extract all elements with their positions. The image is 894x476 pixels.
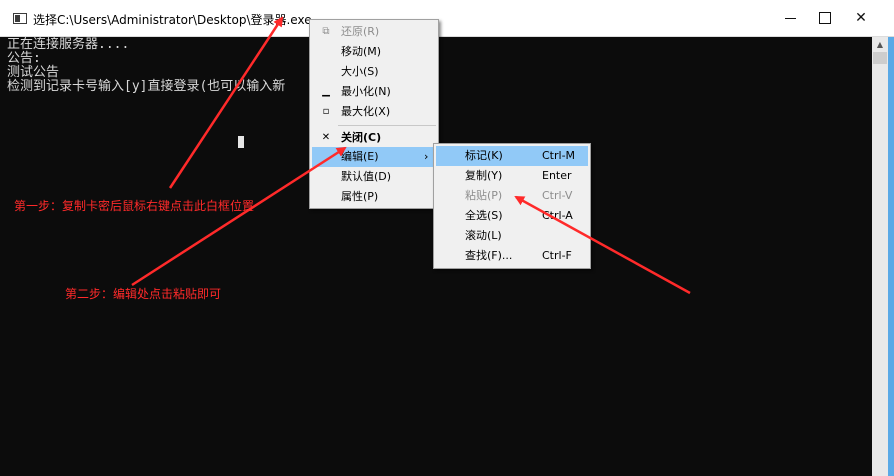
menu-item-shortcut: Enter — [542, 169, 572, 182]
scroll-thumb[interactable] — [873, 52, 887, 64]
menu-item-find[interactable]: 查找(F)... Ctrl-F — [436, 246, 588, 266]
maximize-icon: ▫ — [322, 106, 330, 117]
menu-item-restore[interactable]: ⧉ 还原(R) — [312, 22, 436, 42]
menu-separator — [338, 125, 436, 126]
menu-item-shortcut: Ctrl-V — [542, 189, 573, 202]
menu-item-shortcut: Ctrl-A — [542, 209, 573, 222]
menu-item-label: 移动(M) — [341, 45, 382, 58]
menu-item-close[interactable]: ✕ 关闭(C) — [312, 128, 436, 148]
vertical-scrollbar[interactable]: ▲ — [872, 37, 888, 476]
menu-item-label: 最小化(N) — [341, 85, 391, 98]
menu-item-label: 还原(R) — [341, 25, 380, 38]
menu-item-mark[interactable]: 标记(K) Ctrl-M — [436, 146, 588, 166]
menu-item-maximize[interactable]: ▫ 最大化(X) — [312, 102, 436, 122]
menu-item-size[interactable]: 大小(S) — [312, 62, 436, 82]
title-bar[interactable]: 选择C:\Users\Administrator\Desktop\登录器.exe… — [0, 0, 894, 37]
edit-submenu: 标记(K) Ctrl-M 复制(Y) Enter 粘贴(P) Ctrl-V 全选… — [433, 143, 591, 269]
menu-item-copy[interactable]: 复制(Y) Enter — [436, 166, 588, 186]
menu-item-label: 全选(S) — [465, 209, 503, 222]
console-line: 正在连接服务器.... — [7, 37, 130, 52]
menu-item-label: 关闭(C) — [341, 131, 382, 144]
text-cursor — [238, 136, 244, 148]
menu-item-shortcut: Ctrl-M — [542, 149, 576, 162]
menu-item-move[interactable]: 移动(M) — [312, 42, 436, 62]
minimize-icon: ▁ — [322, 86, 330, 97]
console-line: 公告: — [7, 51, 41, 66]
menu-item-label: 复制(Y) — [465, 169, 503, 182]
menu-item-select-all[interactable]: 全选(S) Ctrl-A — [436, 206, 588, 226]
menu-item-label: 滚动(L) — [465, 229, 502, 242]
menu-item-label: 粘贴(P) — [465, 189, 503, 202]
menu-item-paste[interactable]: 粘贴(P) Ctrl-V — [436, 186, 588, 206]
menu-item-shortcut: Ctrl-F — [542, 249, 572, 262]
console-line: 检测到记录卡号输入[y]直接登录(也可以输入新 — [7, 79, 286, 94]
close-icon: ✕ — [855, 10, 867, 26]
submenu-arrow-icon: › — [424, 150, 429, 163]
menu-item-label: 大小(S) — [341, 65, 379, 78]
menu-item-label: 标记(K) — [465, 149, 503, 162]
menu-item-label: 编辑(E) — [341, 150, 379, 163]
menu-item-properties[interactable]: 属性(P) — [312, 187, 436, 207]
close-button[interactable]: ✕ — [842, 0, 880, 36]
menu-item-label: 属性(P) — [341, 190, 379, 203]
restore-icon: ⧉ — [322, 26, 330, 37]
menu-item-label: 默认值(D) — [341, 170, 392, 183]
maximize-button[interactable] — [806, 0, 844, 36]
minimize-icon — [784, 17, 796, 19]
menu-item-scroll[interactable]: 滚动(L) — [436, 226, 588, 246]
menu-item-edit[interactable]: 编辑(E) › — [312, 147, 436, 167]
background-window-edge — [888, 37, 894, 476]
menu-item-defaults[interactable]: 默认值(D) — [312, 167, 436, 187]
annotation-step2: 第二步：编辑处点击粘贴即可 — [65, 287, 222, 301]
minimize-button[interactable] — [771, 0, 809, 36]
window-title: 选择C:\Users\Administrator\Desktop\登录器.exe — [33, 13, 312, 27]
maximize-icon — [819, 12, 831, 24]
close-icon: ✕ — [321, 132, 331, 143]
menu-item-label: 查找(F)... — [465, 249, 513, 262]
annotation-step1: 第一步：复制卡密后鼠标右键点击此白框位置 — [14, 199, 255, 213]
scroll-up-arrow-icon[interactable]: ▲ — [872, 37, 888, 51]
menu-item-minimize[interactable]: ▁ 最小化(N) — [312, 82, 436, 102]
menu-item-label: 最大化(X) — [341, 105, 391, 118]
console-line: 测试公告 — [7, 65, 60, 80]
system-menu: ⧉ 还原(R) 移动(M) 大小(S) ▁ 最小化(N) ▫ 最大化(X) ✕ … — [309, 19, 439, 209]
console-app-icon[interactable] — [13, 13, 27, 24]
